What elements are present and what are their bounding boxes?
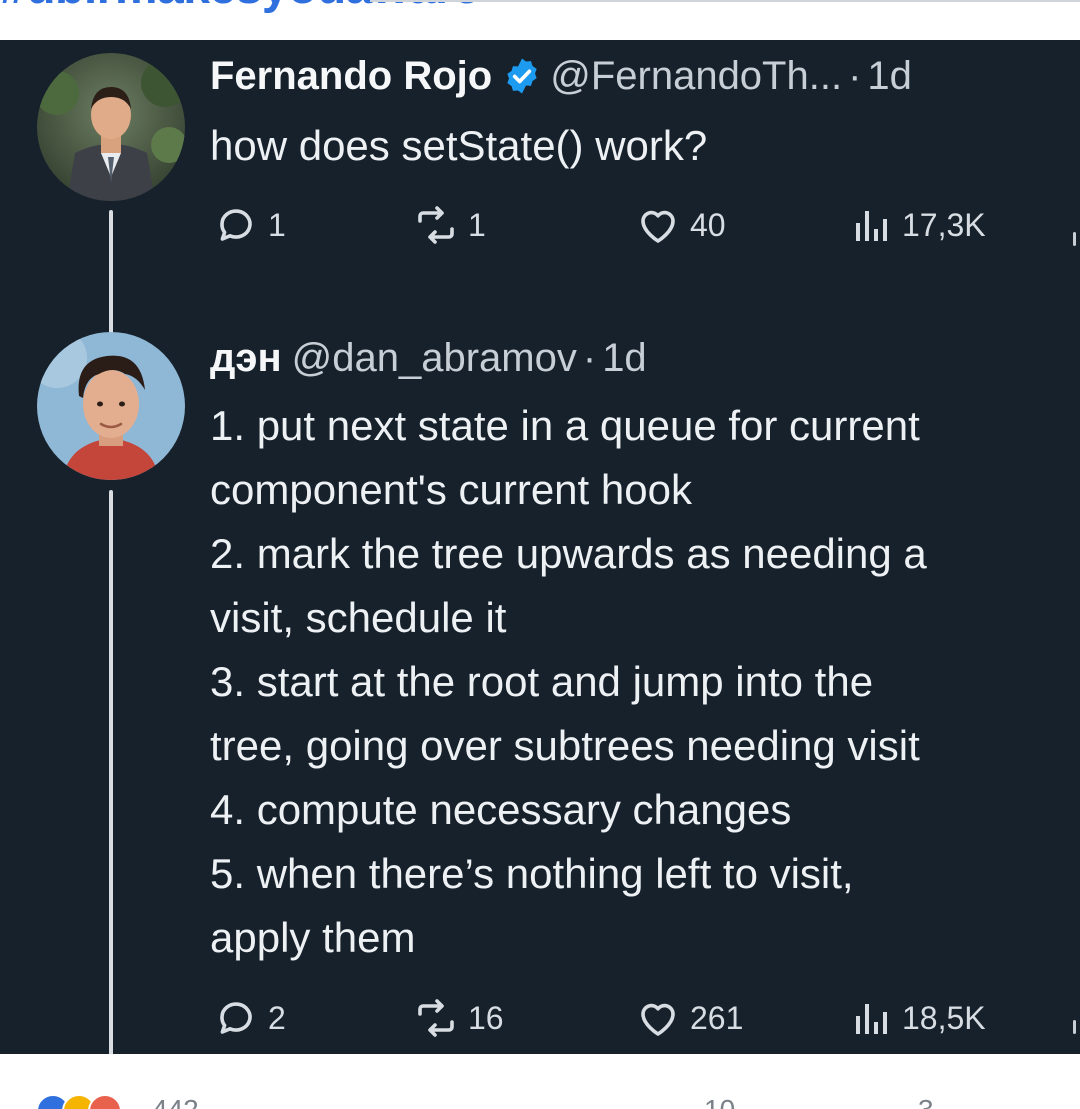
avatar[interactable] <box>37 332 185 480</box>
tweet-text-line: component's current hook <box>210 466 692 513</box>
repost-button[interactable]: 1 <box>412 200 486 250</box>
tweet-text-line: 5. when there’s nothing left to visit, <box>210 850 854 897</box>
shares-count[interactable]: 3 <box>918 1094 934 1109</box>
tweet-text-line: 4. compute necessary changes <box>210 786 792 833</box>
reply-count: 2 <box>268 999 286 1036</box>
tweet-text: 1. put next state in a queue for current… <box>210 394 1070 970</box>
avatar[interactable] <box>37 53 185 201</box>
user-handle[interactable]: @dan_abramov <box>292 334 577 382</box>
love-icon <box>88 1094 122 1109</box>
repost-icon <box>418 206 454 244</box>
tweet-actions: 2 16 261 18,5K <box>210 993 1070 1043</box>
display-name[interactable]: дэн <box>210 334 282 382</box>
like-button[interactable]: 40 <box>634 200 726 250</box>
tweet-actions: 1 1 40 17,3K <box>210 200 1070 250</box>
views-count: 17,3K <box>902 206 986 243</box>
reply-button[interactable]: 1 <box>212 200 286 250</box>
repost-count: 16 <box>468 999 504 1036</box>
tweet-text-line: 2. mark the tree upwards as needing a <box>210 530 927 577</box>
repost-count: 1 <box>468 206 486 243</box>
tweet-text-line: how does setState() work? <box>210 122 708 169</box>
views-count: 18,5K <box>902 999 986 1036</box>
avatar-photo-dan <box>37 332 185 480</box>
like-count: 40 <box>690 206 726 243</box>
tweet-text-line: visit, schedule it <box>210 594 507 641</box>
separator-dot: · <box>848 54 862 98</box>
heart-icon <box>641 1003 675 1036</box>
verified-badge-icon <box>502 56 542 96</box>
like-count: 261 <box>690 999 744 1036</box>
views-bar-chart-icon <box>856 211 887 241</box>
views-button[interactable]: 18,5K <box>846 993 986 1043</box>
separator-dot: · <box>582 336 597 380</box>
tweet-text-line: 1. put next state in a queue for current <box>210 402 920 449</box>
edge-tick <box>1073 1020 1076 1034</box>
like-button[interactable]: 261 <box>634 993 743 1043</box>
reactions-summary[interactable] <box>36 1094 122 1109</box>
repost-button[interactable]: 16 <box>412 993 504 1043</box>
comments-count[interactable]: 10 <box>704 1094 735 1109</box>
reactions-count[interactable]: 442 <box>152 1094 199 1109</box>
thread-connector-line <box>109 490 113 1054</box>
tweet-text-line: apply them <box>210 914 416 961</box>
hashtag-link[interactable]: #ubirmakesyouaware <box>0 0 480 15</box>
views-bar-chart-icon <box>856 1004 887 1034</box>
timestamp[interactable]: 1d <box>867 52 912 100</box>
timestamp[interactable]: 1d <box>602 334 647 382</box>
top-banner: #ubirmakesyouaware <box>0 0 1080 40</box>
reply-icon <box>220 1002 252 1034</box>
tweet-text-line: 3. start at the root and jump into the <box>210 658 874 705</box>
tweet-header: дэн @dan_abramov · 1d <box>210 334 647 382</box>
reply-icon <box>220 209 252 241</box>
tweet-thread-screenshot: Fernando Rojo @FernandoTh... · 1d how do… <box>0 40 1080 1054</box>
views-button[interactable]: 17,3K <box>846 200 986 250</box>
display-name[interactable]: Fernando Rojo <box>210 52 492 100</box>
divider <box>370 0 1080 2</box>
edge-tick <box>1073 232 1076 246</box>
reply-button[interactable]: 2 <box>212 993 286 1043</box>
repost-icon <box>418 999 454 1037</box>
heart-icon <box>641 210 675 243</box>
avatar-photo-fernando <box>37 53 185 201</box>
user-handle[interactable]: @FernandoTh... <box>550 52 842 100</box>
tweet-text-line: tree, going over subtrees needing visit <box>210 722 920 769</box>
tweet-header: Fernando Rojo @FernandoTh... · 1d <box>210 52 912 100</box>
tweet-text: how does setState() work? <box>210 114 1070 178</box>
reply-count: 1 <box>268 206 286 243</box>
post-footer: 442 10 3 <box>0 1054 1080 1109</box>
